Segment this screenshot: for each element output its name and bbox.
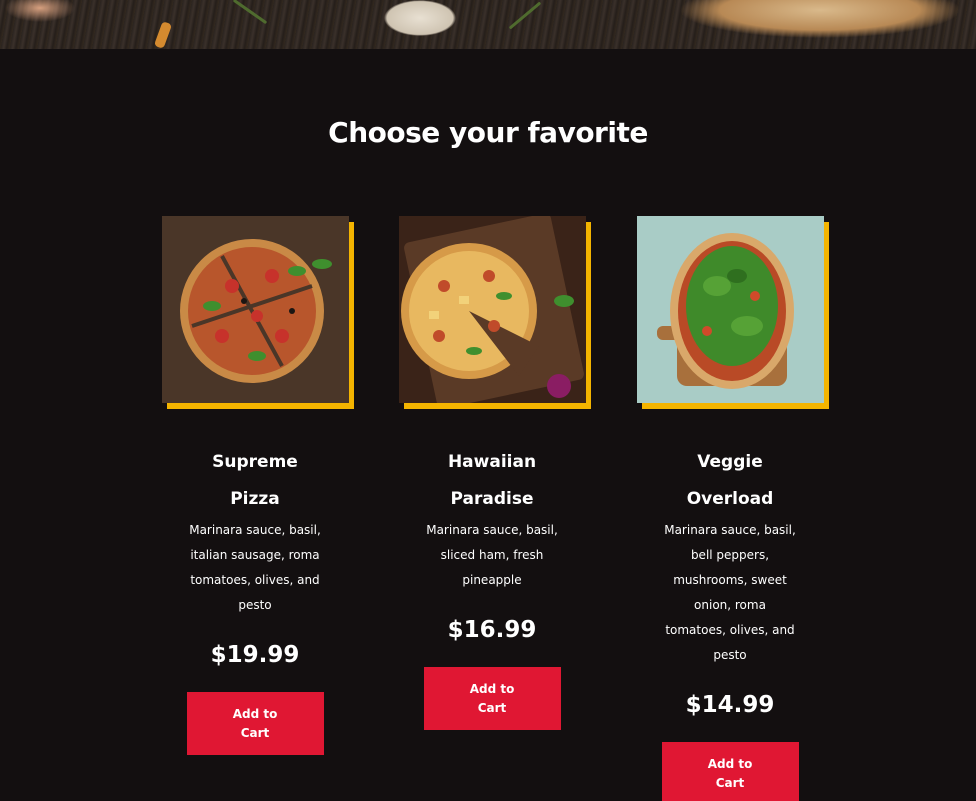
product-image-frame xyxy=(155,216,355,416)
product-name: Veggie Overload xyxy=(686,452,774,509)
product-price: $16.99 xyxy=(447,617,537,643)
herb-decoration xyxy=(508,1,542,30)
add-to-cart-button[interactable]: Add to Cart xyxy=(661,742,799,801)
product-image-frame xyxy=(392,216,592,416)
hero-banner-image xyxy=(0,0,976,49)
product-image-hawaiian-pizza[interactable] xyxy=(399,216,586,403)
product-name: Hawaiian Paradise xyxy=(447,452,537,509)
product-price: $14.99 xyxy=(685,692,775,718)
section-title: Choose your favorite xyxy=(328,116,648,149)
add-to-cart-button[interactable]: Add to Cart xyxy=(423,667,561,730)
herb-decoration xyxy=(232,0,268,25)
product-image-supreme-pizza[interactable] xyxy=(162,216,349,403)
product-card-veggie: Veggie Overload Marinara sauce, basil, b… xyxy=(630,216,830,801)
product-image-frame xyxy=(630,216,830,416)
product-price: $19.99 xyxy=(210,642,300,668)
product-image-veggie-pizza[interactable] xyxy=(637,216,824,403)
product-name: Supreme Pizza xyxy=(212,452,298,509)
product-card-hawaiian: Hawaiian Paradise Marinara sauce, basil,… xyxy=(392,216,592,730)
pepper-decoration xyxy=(153,21,173,49)
product-description: Marinara sauce, basil, italian sausage, … xyxy=(189,523,321,612)
add-to-cart-button[interactable]: Add to Cart xyxy=(186,692,324,755)
product-description: Marinara sauce, basil, bell peppers, mus… xyxy=(664,523,796,662)
product-description: Marinara sauce, basil, sliced ham, fresh… xyxy=(426,523,558,587)
product-card-supreme: Supreme Pizza Marinara sauce, basil, ita… xyxy=(155,216,355,755)
